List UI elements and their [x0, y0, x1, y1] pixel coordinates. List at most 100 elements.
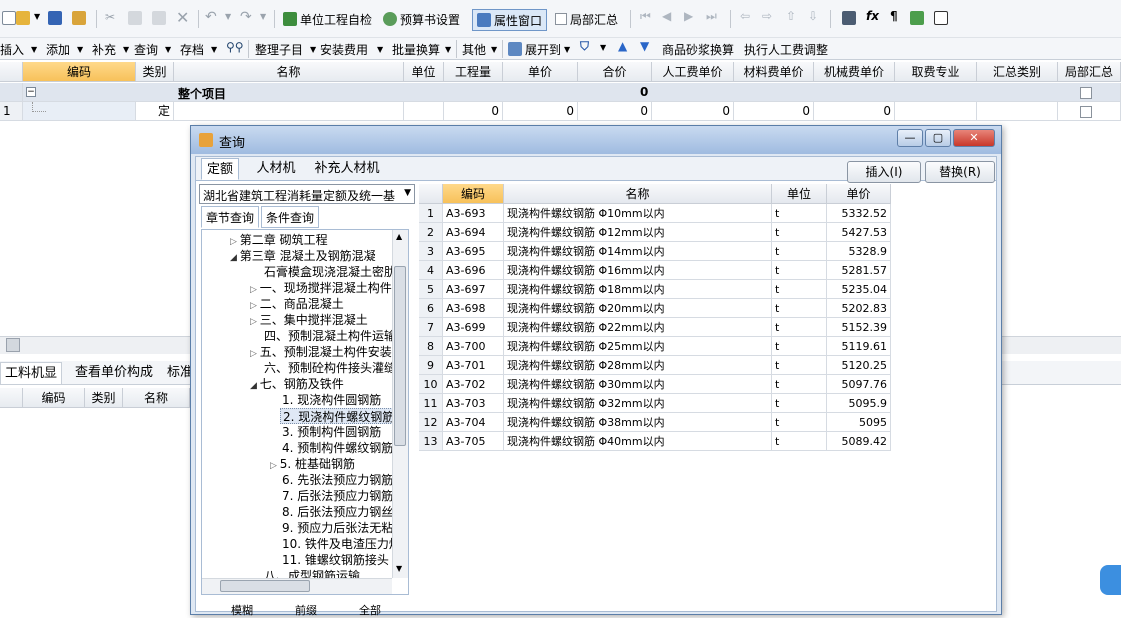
result-col-name[interactable]: 名称 — [504, 184, 772, 204]
result-code-cell[interactable]: A3-696 — [443, 261, 504, 280]
tree-chapter-3[interactable]: ◢ 第三章 混凝土及钢筋混凝 — [230, 248, 376, 264]
result-price-cell[interactable]: 5332.52 — [827, 204, 891, 223]
tree-leaf[interactable]: 8. 后张法预应力钢丝 — [282, 504, 393, 520]
result-unit-cell[interactable]: t — [772, 204, 827, 223]
properties-window-button[interactable]: 属性窗口 — [472, 9, 548, 31]
binoculars-icon[interactable]: ⚲⚲ — [226, 40, 244, 54]
result-price-cell[interactable]: 5095 — [827, 413, 891, 432]
dropdown-arrow-icon[interactable]: ▼ — [34, 12, 40, 21]
tree-chapter-2[interactable]: ▷ 第二章 砌筑工程 — [230, 232, 328, 248]
col-code-header[interactable]: 编码 — [23, 62, 136, 82]
result-price-cell[interactable]: 5095.9 — [827, 394, 891, 413]
expand-to-menu[interactable]: 展开到 ▼ — [508, 39, 570, 59]
result-name-cell[interactable]: 现浇构件螺纹钢筋 Φ20mm以内 — [504, 299, 772, 318]
tree-item[interactable]: 四、预制混凝土构件运输 — [264, 328, 396, 344]
result-price-cell[interactable]: 5089.42 — [827, 432, 891, 451]
row-summary-cat-cell[interactable] — [977, 102, 1058, 121]
insert-button[interactable]: 插入(I) — [847, 161, 921, 183]
tree-leaf[interactable]: 7. 后张法预应力钢筋 — [282, 488, 393, 504]
other-menu[interactable]: 其他 ▼ — [462, 39, 497, 59]
tab-quota[interactable]: 定额 — [201, 158, 239, 180]
result-name-cell[interactable]: 现浇构件螺纹钢筋 Φ30mm以内 — [504, 375, 772, 394]
scroll-thumb[interactable] — [6, 338, 20, 352]
result-unit-cell[interactable]: t — [772, 318, 827, 337]
row-partial-checkbox[interactable] — [1080, 106, 1092, 118]
formula-icon[interactable]: fx — [866, 9, 879, 23]
library-select[interactable]: 湖北省建筑工程消耗量定额及统一基 ▼ — [199, 184, 415, 204]
row-unit-cell[interactable] — [404, 102, 444, 121]
col-total-header[interactable]: 合价 — [578, 62, 652, 82]
query-menu[interactable]: 查询 ▼ — [134, 39, 171, 59]
result-unit-cell[interactable]: t — [772, 337, 827, 356]
redo-dropdown-icon[interactable]: ▼ — [260, 12, 266, 21]
result-name-cell[interactable]: 现浇构件螺纹钢筋 Φ16mm以内 — [504, 261, 772, 280]
result-code-cell[interactable]: A3-693 — [443, 204, 504, 223]
tree-leaf[interactable]: 3. 预制构件圆钢筋 — [282, 424, 381, 440]
result-unit-cell[interactable]: t — [772, 261, 827, 280]
result-price-cell[interactable]: 5120.25 — [827, 356, 891, 375]
result-name-cell[interactable]: 现浇构件螺纹钢筋 Φ28mm以内 — [504, 356, 772, 375]
tree-item[interactable]: ◢ 七、钢筋及铁件 — [250, 376, 344, 392]
cut-icon[interactable]: ✂ — [105, 10, 115, 24]
arrow-right-icon[interactable]: ⇨ — [762, 9, 772, 23]
option-prefix[interactable]: 前缀 — [295, 602, 317, 618]
subtab-chapter[interactable]: 章节查询 — [201, 206, 259, 228]
result-code-cell[interactable]: A3-701 — [443, 356, 504, 375]
labor-adjust-button[interactable]: 执行人工费调整 — [744, 39, 828, 59]
row-quantity-cell[interactable]: 0 — [444, 102, 503, 121]
result-unit-cell[interactable]: t — [772, 223, 827, 242]
minimize-button[interactable]: — — [897, 129, 923, 147]
bottom-col-name[interactable]: 名称 — [123, 388, 190, 408]
result-price-cell[interactable]: 5119.61 — [827, 337, 891, 356]
col-unit-header[interactable]: 单位 — [404, 62, 444, 82]
row-material-cell[interactable]: 0 — [734, 102, 814, 121]
result-name-cell[interactable]: 现浇构件螺纹钢筋 Φ10mm以内 — [504, 204, 772, 223]
redo-icon[interactable]: ↷ — [240, 9, 252, 25]
result-price-cell[interactable]: 5152.39 — [827, 318, 891, 337]
tree-leaf[interactable]: 6. 先张法预应力钢筋 — [282, 472, 393, 488]
result-name-cell[interactable]: 现浇构件螺纹钢筋 Φ40mm以内 — [504, 432, 772, 451]
collapse-icon[interactable]: − — [26, 87, 36, 97]
result-price-cell[interactable]: 5097.76 — [827, 375, 891, 394]
folder-save-icon[interactable] — [72, 11, 86, 25]
tree-item[interactable]: 六、预制砼构件接头灌缝 — [264, 360, 396, 376]
tree-item[interactable]: ▷ 二、商品混凝土 — [250, 296, 344, 312]
col-type-header[interactable]: 类别 — [136, 62, 174, 82]
add-menu[interactable]: 添加 ▼ — [46, 39, 83, 59]
tree-item[interactable]: ▷ 一、现场搅拌混凝土构件 — [250, 280, 392, 296]
new-icon[interactable] — [2, 11, 16, 25]
tree-leaf[interactable]: ▷ 5. 桩基础钢筋 — [270, 456, 355, 472]
paint-bucket-icon[interactable]: ⛉ — [580, 39, 589, 54]
result-code-cell[interactable]: A3-697 — [443, 280, 504, 299]
delete-icon[interactable]: ✕ — [176, 8, 189, 27]
result-price-cell[interactable]: 5235.04 — [827, 280, 891, 299]
archive-menu[interactable]: 存档 ▼ — [180, 39, 217, 59]
chevron-down-icon[interactable]: ▼ — [600, 43, 606, 52]
result-price-cell[interactable]: 5427.53 — [827, 223, 891, 242]
bottom-col-code[interactable]: 编码 — [23, 388, 85, 408]
paste-icon[interactable] — [152, 11, 166, 25]
scroll-down-icon[interactable]: ▼ — [396, 564, 402, 573]
insert-menu[interactable]: 插入 ▼ — [0, 39, 37, 59]
row-fee-cell[interactable] — [895, 102, 977, 121]
row-total-cell[interactable]: 0 — [578, 102, 652, 121]
replace-button[interactable]: 替换(R) — [925, 161, 995, 183]
batch-convert-menu[interactable]: 批量换算 ▼ — [392, 39, 451, 59]
prev-icon[interactable]: ◀ — [662, 9, 671, 23]
result-col-price[interactable]: 单价 — [827, 184, 891, 204]
col-fee-header[interactable]: 取费专业 — [895, 62, 977, 82]
result-code-cell[interactable]: A3-695 — [443, 242, 504, 261]
col-labor-header[interactable]: 人工费单价 — [652, 62, 734, 82]
result-name-cell[interactable]: 现浇构件螺纹钢筋 Φ12mm以内 — [504, 223, 772, 242]
col-partial-header[interactable]: 局部汇总 — [1058, 62, 1121, 82]
result-col-code[interactable]: 编码 — [443, 184, 504, 204]
result-price-cell[interactable]: 5281.57 — [827, 261, 891, 280]
tab-labor-material[interactable]: 人材机 — [249, 158, 303, 180]
result-unit-cell[interactable]: t — [772, 432, 827, 451]
tree-item[interactable]: ▷ 五、预制混凝土构件安装 — [250, 344, 392, 360]
result-code-cell[interactable]: A3-703 — [443, 394, 504, 413]
result-price-cell[interactable]: 5202.83 — [827, 299, 891, 318]
tree-item[interactable]: ▷ 三、集中搅拌混凝土 — [250, 312, 368, 328]
bottom-col-type[interactable]: 类别 — [85, 388, 123, 408]
result-code-cell[interactable]: A3-702 — [443, 375, 504, 394]
